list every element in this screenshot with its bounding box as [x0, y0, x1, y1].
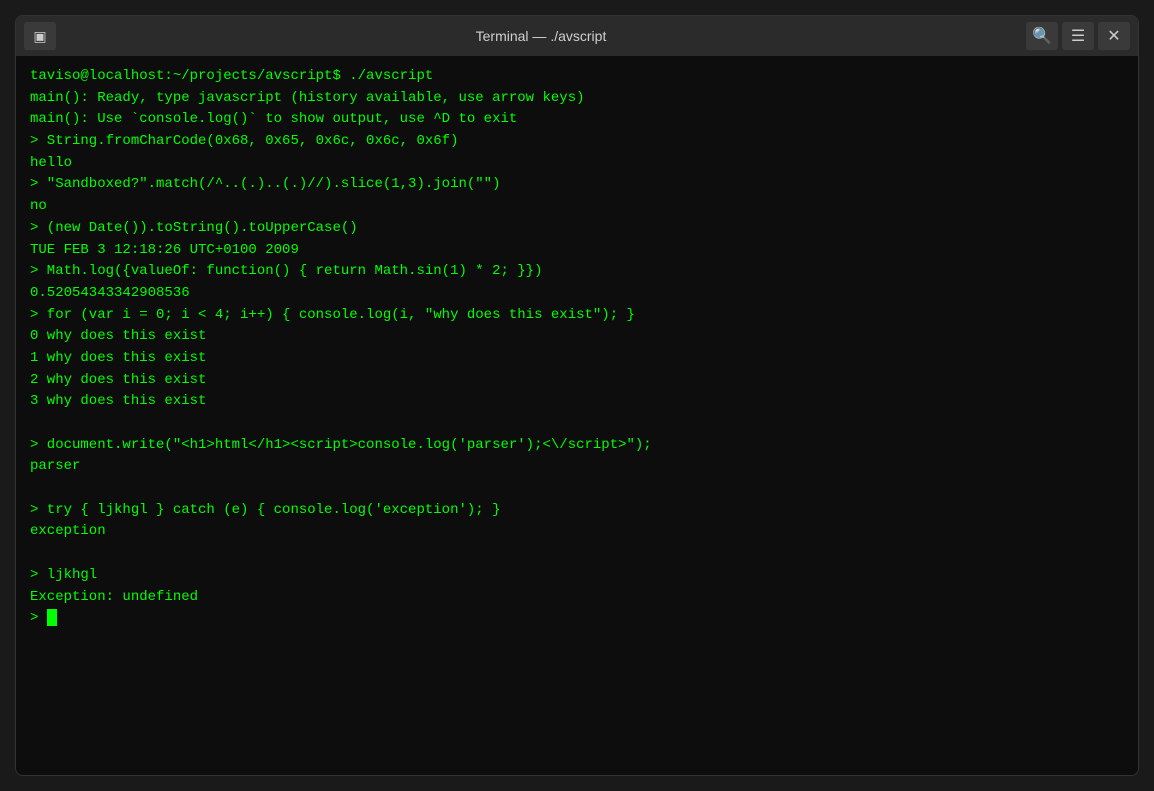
search-button[interactable]: 🔍	[1026, 22, 1058, 50]
search-icon: 🔍	[1032, 26, 1052, 46]
close-icon: ✕	[1107, 26, 1120, 46]
terminal-icon: ▣	[33, 28, 46, 45]
title-bar: ▣ Terminal — ./avscript 🔍 ☰ ✕	[16, 16, 1138, 56]
cursor	[47, 609, 57, 626]
window-title: Terminal — ./avscript	[56, 28, 1026, 44]
menu-button[interactable]: ☰	[1062, 22, 1094, 50]
terminal-body[interactable]: taviso@localhost:~/projects/avscript$ ./…	[16, 56, 1138, 775]
title-bar-controls: 🔍 ☰ ✕	[1026, 22, 1130, 50]
title-bar-left: ▣	[24, 22, 56, 50]
menu-icon: ☰	[1071, 26, 1085, 46]
terminal-window: ▣ Terminal — ./avscript 🔍 ☰ ✕ taviso@loc…	[15, 15, 1139, 776]
terminal-output: taviso@localhost:~/projects/avscript$ ./…	[30, 66, 1124, 630]
close-button[interactable]: ✕	[1098, 22, 1130, 50]
terminal-icon-button[interactable]: ▣	[24, 22, 56, 50]
